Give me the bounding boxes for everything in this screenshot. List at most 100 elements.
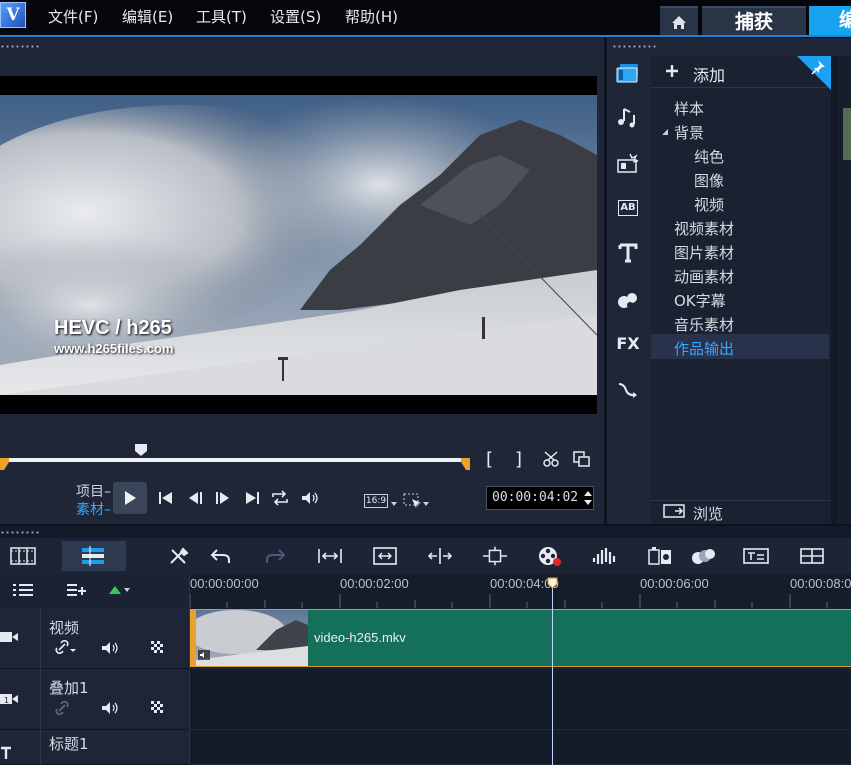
preview-video[interactable]: HEVC / h265 www.h265files.com	[0, 95, 597, 395]
text-t-icon[interactable]	[614, 240, 642, 266]
redo-icon[interactable]	[262, 544, 288, 568]
timeline-view-icon	[80, 544, 106, 568]
title-ab-icon[interactable]: AB	[614, 195, 642, 221]
add-track-icon[interactable]	[66, 583, 86, 597]
browse-folder-icon[interactable]	[663, 503, 685, 519]
next-frame-icon[interactable]	[212, 489, 232, 507]
timecode-spinner[interactable]	[582, 487, 594, 509]
mark-in-button[interactable]: [	[486, 449, 493, 470]
go-to-start-icon[interactable]	[156, 489, 176, 507]
repeat-icon[interactable]	[270, 489, 290, 507]
fit-to-window-icon[interactable]	[317, 544, 343, 568]
menu-help[interactable]: 帮助(H)	[345, 6, 398, 27]
previous-frame-icon[interactable]	[186, 489, 206, 507]
track-header-title[interactable]	[0, 730, 190, 765]
add-label[interactable]: 添加	[693, 62, 725, 86]
fx-icon[interactable]: FX	[614, 330, 642, 356]
library-item-image[interactable]: 图像	[694, 170, 724, 191]
transition-icon[interactable]	[614, 150, 642, 176]
aspect-ratio-button[interactable]: 16:9	[364, 494, 388, 508]
track-name: 视频	[49, 619, 80, 637]
library-item-music-clips[interactable]: 音乐素材	[674, 314, 734, 335]
library-item-backgrounds[interactable]: 背景	[674, 122, 704, 143]
library-item-video[interactable]: 视频	[694, 194, 724, 215]
multi-camera-icon[interactable]	[647, 544, 673, 568]
mark-out-button[interactable]: ]	[515, 449, 522, 470]
transparency-icon[interactable]	[151, 641, 165, 655]
video-overlay-title: HEVC / h265	[54, 317, 172, 339]
link-icon-disabled[interactable]	[55, 701, 71, 715]
home-tab[interactable]	[660, 6, 698, 36]
undo-icon[interactable]	[208, 544, 234, 568]
track-name: 标题1	[49, 735, 89, 753]
library-item-ok-subtitles[interactable]: OK字幕	[674, 290, 726, 311]
play-button[interactable]	[113, 482, 147, 514]
volume-icon[interactable]	[300, 489, 320, 507]
split-clip-icon[interactable]	[542, 450, 562, 468]
library-item-video-clips[interactable]: 视频素材	[674, 218, 734, 239]
app-logo-icon[interactable]: V	[0, 2, 26, 28]
sound-mixer-icon[interactable]	[592, 544, 618, 568]
track-header-overlay[interactable]	[0, 669, 190, 730]
transparency-icon[interactable]	[151, 701, 165, 715]
enlarge-preview-icon[interactable]	[572, 450, 592, 468]
fx-label: FX	[616, 333, 640, 353]
title-track-area[interactable]	[190, 730, 851, 765]
title-track-icon	[1, 746, 11, 759]
clip-audio-icon	[198, 650, 210, 660]
capture-tab[interactable]: 捕获	[702, 6, 806, 36]
path-icon[interactable]	[614, 376, 642, 402]
video-track-icon	[0, 632, 18, 642]
mute-toggle-icon[interactable]	[101, 701, 119, 715]
library-item-solid-color[interactable]: 纯色	[694, 146, 724, 167]
mode-project-label[interactable]: 项目–	[76, 481, 111, 501]
pin-icon[interactable]	[797, 56, 831, 90]
split-screen-icon[interactable]	[799, 544, 825, 568]
timeline-grip[interactable]	[0, 531, 40, 534]
playhead-line[interactable]	[552, 578, 553, 765]
tools-icon[interactable]	[166, 544, 192, 568]
ab-label: AB	[618, 200, 638, 216]
crop-select-icon[interactable]	[403, 492, 431, 510]
menu-edit[interactable]: 编辑(E)	[122, 6, 173, 27]
ripple-edit-icon[interactable]	[427, 544, 453, 568]
trim-icon[interactable]	[482, 544, 508, 568]
overlay-track-area[interactable]	[190, 669, 851, 730]
media-icon[interactable]	[614, 60, 642, 86]
timeline-toolbar	[0, 538, 851, 574]
subtitle-editor-icon[interactable]	[743, 544, 769, 568]
record-capture-icon[interactable]	[537, 544, 563, 568]
mode-clip-label[interactable]: 素材–	[76, 499, 111, 519]
plus-icon[interactable]	[665, 64, 679, 78]
smart-proxy-icon[interactable]	[372, 544, 398, 568]
track-manager-icon[interactable]	[12, 583, 34, 597]
storyboard-view-icon[interactable]	[10, 544, 36, 568]
scrubber-handle[interactable]	[134, 443, 148, 457]
chevron-down-icon[interactable]	[390, 501, 398, 507]
trim-bar[interactable]	[0, 458, 470, 472]
library-item-samples[interactable]: 样本	[674, 98, 704, 119]
menu-settings[interactable]: 设置(S)	[270, 6, 321, 27]
graphics-icon[interactable]	[614, 286, 642, 312]
browse-label[interactable]: 浏览	[693, 503, 723, 524]
mute-toggle-icon[interactable]	[101, 641, 119, 655]
library-grip[interactable]	[612, 45, 656, 48]
menu-tools[interactable]: 工具(T)	[196, 6, 247, 27]
go-to-end-icon[interactable]	[242, 489, 262, 507]
expand-triangle-icon[interactable]	[661, 128, 669, 136]
motion-tracking-icon[interactable]	[690, 544, 716, 568]
edit-tab[interactable]: 编	[809, 6, 851, 36]
track-header-video[interactable]	[0, 608, 190, 669]
ruler-label: 00:00:00:00	[190, 576, 259, 591]
library-item-photo-clips[interactable]: 图片素材	[674, 242, 734, 263]
music-icon[interactable]	[614, 104, 642, 130]
playhead-handle[interactable]	[547, 577, 558, 589]
timecode-field[interactable]: 00:00:04:02	[486, 486, 594, 510]
chapter-marker-icon[interactable]	[108, 584, 130, 596]
menu-file[interactable]: 文件(F)	[48, 6, 98, 27]
library-item-output[interactable]: 作品输出	[674, 338, 734, 359]
preview-grip[interactable]	[0, 45, 40, 48]
link-icon[interactable]	[55, 640, 77, 654]
library-item-animation-clips[interactable]: 动画素材	[674, 266, 734, 287]
library-thumbnail[interactable]	[843, 108, 851, 160]
